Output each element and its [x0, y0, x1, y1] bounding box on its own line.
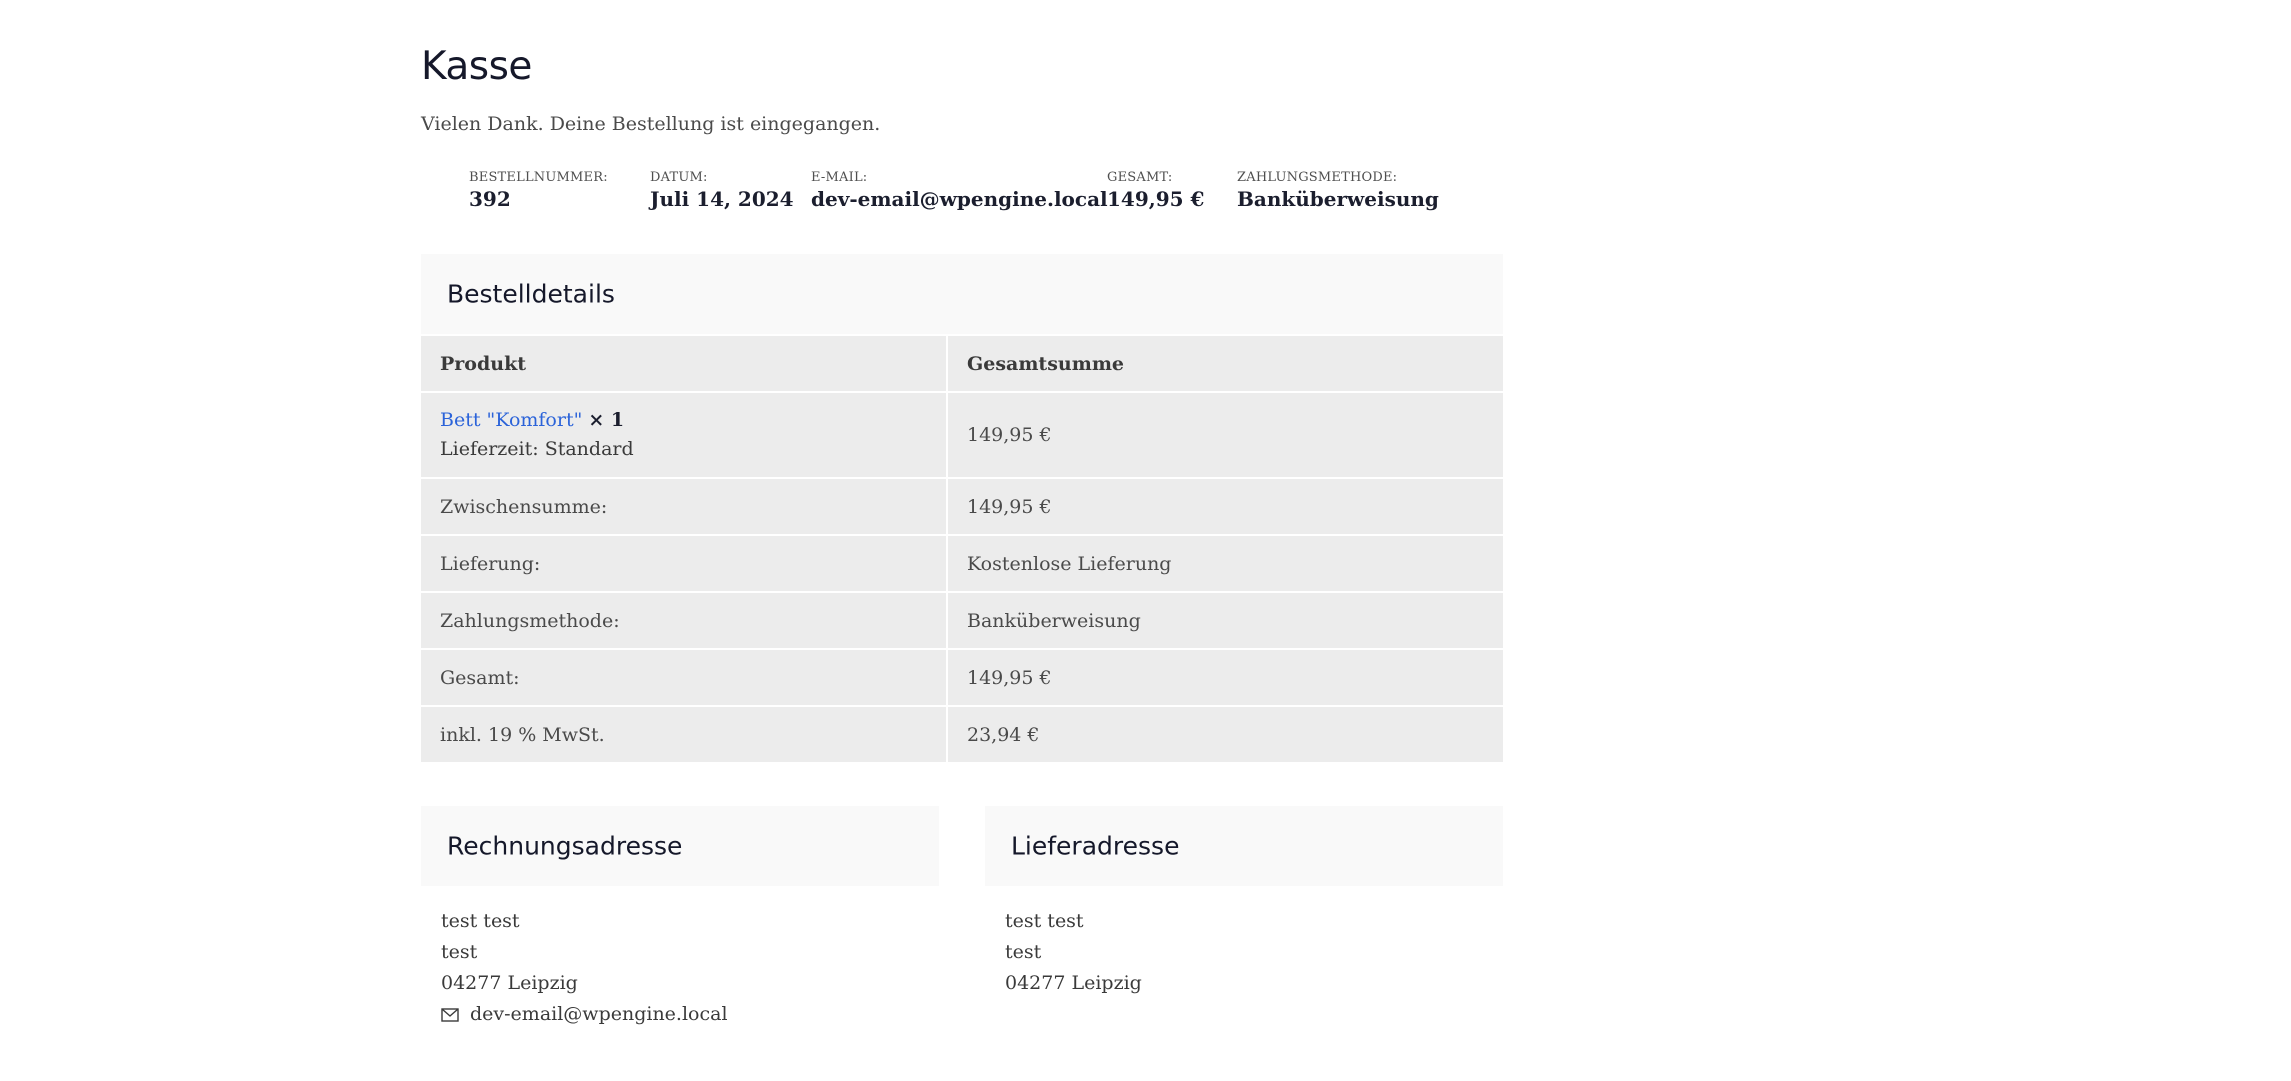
- page-title: Kasse: [421, 44, 532, 89]
- table-row: Lieferung: Kostenlose Lieferung: [421, 535, 1503, 593]
- order-number-value: 392: [469, 187, 511, 211]
- totals-value: Banküberweisung: [947, 592, 1503, 650]
- payment-method-label: ZAHLUNGSMETHODE:: [1237, 170, 1398, 185]
- totals-value: 149,95 €: [947, 478, 1503, 536]
- product-quantity: × 1: [588, 409, 625, 431]
- order-received-page: Kasse Vielen Dank. Deine Bestellung ist …: [421, 0, 1503, 1081]
- order-total: GESAMT: 149,95 €: [1107, 170, 1204, 213]
- order-number-label: BESTELLNUMMER:: [469, 170, 608, 185]
- totals-label: Lieferung:: [421, 535, 948, 593]
- order-total-label: GESAMT:: [1107, 170, 1173, 185]
- totals-label: Zwischensumme:: [421, 478, 948, 536]
- totals-value: 149,95 €: [947, 649, 1503, 707]
- billing-address-heading-text: Rechnungsadresse: [447, 831, 683, 861]
- billing-address-heading: Rechnungsadresse: [421, 806, 939, 886]
- totals-value: 23,94 €: [947, 706, 1503, 764]
- billing-email: dev-email@wpengine.local: [441, 999, 728, 1030]
- billing-name: test test: [441, 910, 520, 932]
- column-header-total: Gesamtsumme: [947, 336, 1503, 393]
- shipping-address-heading-text: Lieferadresse: [1011, 831, 1180, 861]
- product-line: Bett "Komfort" × 1: [440, 406, 927, 435]
- table-row: inkl. 19 % MwSt. 23,94 €: [421, 706, 1503, 764]
- billing-email-text: dev-email@wpengine.local: [470, 1003, 728, 1025]
- shipping-city: 04277 Leipzig: [1005, 972, 1142, 994]
- table-row: Gesamt: 149,95 €: [421, 649, 1503, 707]
- product-total-cell: 149,95 €: [947, 392, 1503, 479]
- table-row: Zahlungsmethode: Banküberweisung: [421, 592, 1503, 650]
- order-number: BESTELLNUMMER: 392: [469, 170, 608, 213]
- totals-label: inkl. 19 % MwSt.: [421, 706, 948, 764]
- billing-city: 04277 Leipzig: [441, 972, 578, 994]
- order-date-value: Juli 14, 2024: [650, 187, 794, 211]
- order-payment-method: ZAHLUNGSMETHODE: Banküberweisung: [1237, 170, 1439, 213]
- totals-label: Gesamt:: [421, 649, 948, 707]
- billing-address: test test test 04277 Leipzig dev-email@w…: [441, 906, 728, 1030]
- order-email-value: dev-email@wpengine.local: [811, 187, 1108, 211]
- order-date-label: DATUM:: [650, 170, 708, 185]
- product-link[interactable]: Bett "Komfort": [440, 409, 582, 431]
- shipping-name: test test: [1005, 910, 1084, 932]
- table-header-row: Produkt Gesamtsumme: [421, 336, 1503, 393]
- order-date: DATUM: Juli 14, 2024: [650, 170, 794, 213]
- order-email: E-MAIL: dev-email@wpengine.local: [811, 170, 1108, 213]
- column-header-product: Produkt: [421, 336, 948, 393]
- shipping-street: test: [1005, 941, 1042, 963]
- order-total-value: 149,95 €: [1107, 187, 1205, 211]
- table-row: Zwischensumme: 149,95 €: [421, 478, 1503, 536]
- envelope-icon: [441, 1008, 459, 1022]
- order-details-table: Produkt Gesamtsumme Bett "Komfort" × 1 L…: [421, 336, 1503, 764]
- totals-value: Kostenlose Lieferung: [947, 535, 1503, 593]
- order-email-label: E-MAIL:: [811, 170, 868, 185]
- product-cell: Bett "Komfort" × 1 Lieferzeit: Standard: [421, 392, 948, 479]
- table-row: Bett "Komfort" × 1 Lieferzeit: Standard …: [421, 392, 1503, 479]
- totals-label: Zahlungsmethode:: [421, 592, 948, 650]
- thank-you-notice: Vielen Dank. Deine Bestellung ist eingeg…: [421, 113, 881, 135]
- order-details-heading: Bestelldetails: [421, 254, 1503, 334]
- payment-method-value: Banküberweisung: [1237, 187, 1439, 211]
- shipping-address-heading: Lieferadresse: [985, 806, 1503, 886]
- shipping-address: test test test 04277 Leipzig: [1005, 906, 1142, 999]
- billing-street: test: [441, 941, 478, 963]
- order-details-heading-text: Bestelldetails: [447, 279, 615, 309]
- product-delivery-meta: Lieferzeit: Standard: [440, 438, 634, 460]
